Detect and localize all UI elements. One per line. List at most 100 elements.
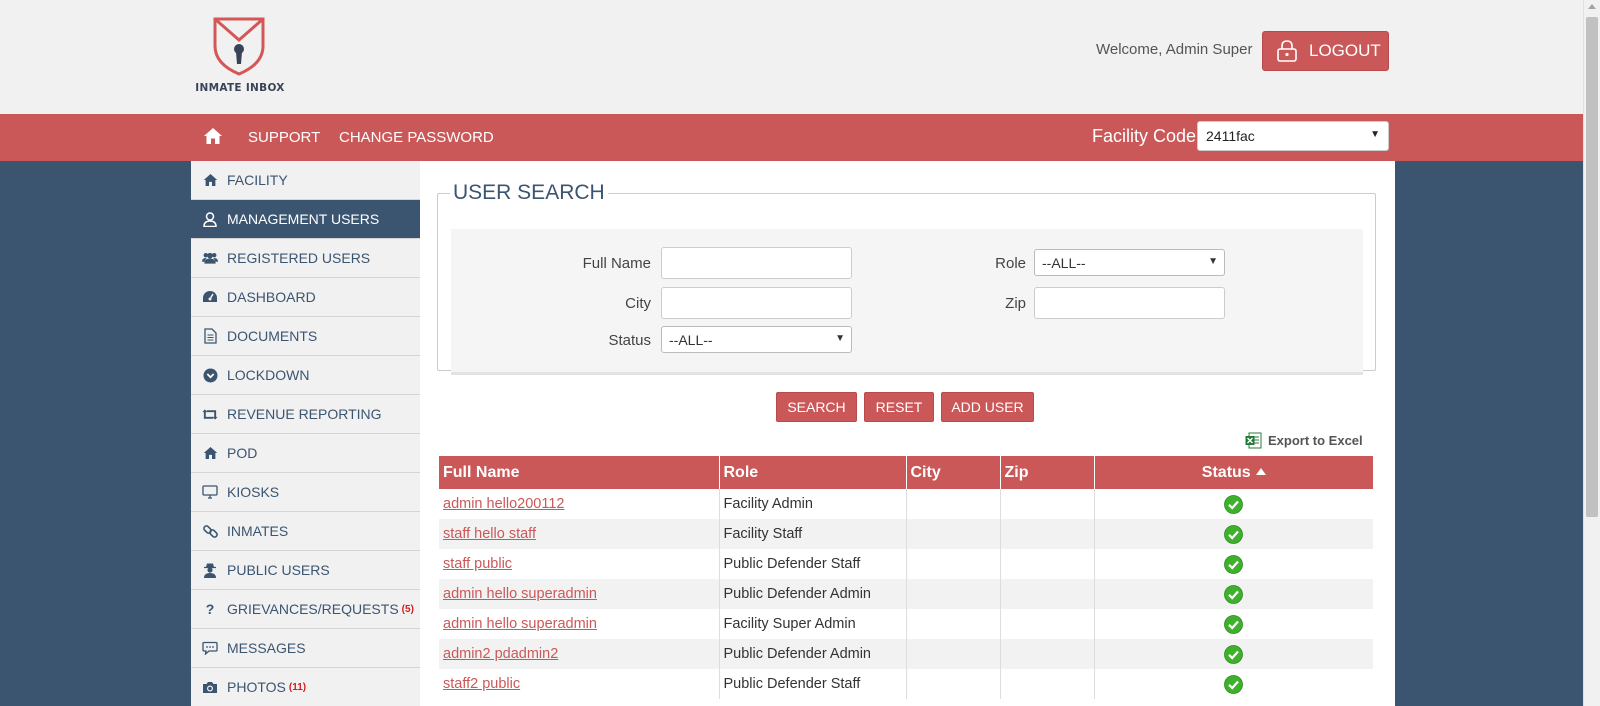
logout-button[interactable]: LOGOUT: [1262, 31, 1389, 71]
sidebar-item-label: KIOSKS: [227, 484, 280, 500]
sidebar-item-label: DASHBOARD: [227, 289, 316, 305]
reset-button[interactable]: RESET: [864, 392, 934, 422]
cell-full-name: staff hello staff: [439, 519, 720, 549]
sidebar-item-pod[interactable]: POD: [191, 434, 420, 473]
sidebar-item-grievances-requests[interactable]: ? GRIEVANCES/REQUESTS (5): [191, 590, 420, 629]
status-label: Status: [608, 332, 651, 349]
sidebar-item-inmates[interactable]: INMATES: [191, 512, 420, 551]
cell-role: Facility Admin: [719, 489, 907, 519]
cell-city: [906, 489, 1001, 519]
cell-role: Facility Staff: [719, 519, 907, 549]
column-header-status[interactable]: Status: [1094, 456, 1373, 489]
monitor-icon: [202, 484, 218, 500]
sidebar-item-lockdown[interactable]: LOCKDOWN: [191, 356, 420, 395]
logo[interactable]: INMATE INBOX: [195, 16, 285, 96]
search-button[interactable]: SEARCH: [776, 392, 857, 422]
sidebar-item-facility[interactable]: FACILITY: [191, 161, 420, 200]
sidebar-item-label: MESSAGES: [227, 640, 306, 656]
user-name-link[interactable]: staff public: [443, 556, 512, 572]
full-name-input[interactable]: [661, 247, 852, 279]
cell-full-name: admin2 pdadmin2: [439, 639, 720, 669]
cell-full-name: admin hello200112: [439, 489, 720, 519]
table-row: staff2 public Public Defender Staff: [439, 669, 1373, 699]
sidebar-item-public-users[interactable]: PUBLIC USERS: [191, 551, 420, 590]
role-text: Public Defender Admin: [723, 646, 872, 662]
main-content: USER SEARCH Full Name City Status --ALL-…: [420, 161, 1395, 706]
column-header-full-name[interactable]: Full Name: [439, 456, 720, 489]
user-name-link[interactable]: admin hello superadmin: [443, 616, 597, 632]
logout-label: LOGOUT: [1309, 41, 1381, 60]
sidebar-item-registered-users[interactable]: REGISTERED USERS: [191, 239, 420, 278]
cell-status: [1094, 489, 1373, 519]
sidebar-item-label: REVENUE REPORTING: [227, 406, 382, 422]
sidebar-item-dashboard[interactable]: DASHBOARD: [191, 278, 420, 317]
scroll-up-arrow-icon[interactable]: [1588, 4, 1596, 9]
cell-status: [1094, 519, 1373, 549]
zip-input[interactable]: [1034, 287, 1225, 319]
nav-change-password-link[interactable]: CHANGE PASSWORD: [339, 129, 494, 146]
add-user-button[interactable]: ADD USER: [941, 392, 1034, 422]
table-row: admin hello200112 Facility Admin: [439, 489, 1373, 519]
table-row: admin hello superadmin Facility Super Adm…: [439, 609, 1373, 639]
active-check-icon: [1224, 524, 1244, 544]
role-text: Public Defender Staff: [723, 556, 861, 572]
status-select[interactable]: --ALL-- ▼: [661, 326, 852, 353]
sidebar-item-label: FACILITY: [227, 172, 288, 188]
cell-zip: [1000, 669, 1095, 699]
role-text: Public Defender Staff: [723, 676, 861, 692]
scrollbar-thumb[interactable]: [1586, 17, 1598, 517]
sidebar-item-revenue-reporting[interactable]: REVENUE REPORTING: [191, 395, 420, 434]
cell-role: Facility Super Admin: [719, 609, 907, 639]
page-scrollbar[interactable]: [1583, 0, 1600, 706]
sidebar-item-label: REGISTERED USERS: [227, 250, 371, 266]
cell-zip: [1000, 489, 1095, 519]
facility-code-value: 2411fac: [1206, 128, 1255, 144]
sidebar-item-messages[interactable]: MESSAGES: [191, 629, 420, 668]
column-header-city[interactable]: City: [906, 456, 1001, 489]
facility-code-select[interactable]: 2411fac ▼: [1197, 121, 1389, 151]
home-icon[interactable]: [203, 127, 223, 145]
sidebar-item-kiosks[interactable]: KIOSKS: [191, 473, 420, 512]
cell-zip: [1000, 549, 1095, 579]
table-row: staff public Public Defender Staff: [439, 549, 1373, 579]
sidebar-item-label: PHOTOS: [227, 679, 286, 695]
cell-role: Public Defender Admin: [719, 579, 907, 609]
user-name-link[interactable]: admin hello superadmin: [443, 586, 597, 602]
role-select[interactable]: --ALL-- ▼: [1034, 249, 1225, 276]
facility-code-label: Facility Code: [1092, 126, 1197, 146]
user-name-link[interactable]: admin hello200112: [443, 496, 564, 512]
user-icon: [202, 211, 218, 227]
sort-ascending-icon: [1255, 467, 1266, 475]
active-check-icon: [1224, 584, 1244, 604]
column-header-zip[interactable]: Zip: [1000, 456, 1095, 489]
cell-status: [1094, 609, 1373, 639]
user-name-link[interactable]: admin2 pdadmin2: [443, 646, 558, 662]
sidebar-item-label: POD: [227, 445, 258, 461]
column-header-role[interactable]: Role: [719, 456, 907, 489]
user-search-legend: USER SEARCH: [453, 181, 605, 204]
city-input[interactable]: [661, 287, 852, 319]
cell-zip: [1000, 609, 1095, 639]
table-row: admin hello superadmin Public Defender Ad…: [439, 579, 1373, 609]
welcome-text: Welcome, Admin Super: [1096, 41, 1253, 58]
user-name-link[interactable]: staff hello staff: [443, 526, 536, 542]
sidebar-item-label: DOCUMENTS: [227, 328, 318, 344]
cell-status: [1094, 669, 1373, 699]
dropdown-arrow-icon: ▼: [835, 333, 845, 344]
sidebar-item-documents[interactable]: DOCUMENTS: [191, 317, 420, 356]
cell-status: [1094, 639, 1373, 669]
active-check-icon: [1224, 494, 1244, 514]
question-icon: ?: [205, 601, 215, 617]
dropdown-arrow-icon: ▼: [1370, 129, 1380, 140]
cell-full-name: admin hello superadmin: [439, 609, 720, 639]
cell-zip: [1000, 639, 1095, 669]
nav-support-link[interactable]: SUPPORT: [248, 129, 320, 146]
export-to-excel-link[interactable]: Export to Excel: [1245, 432, 1363, 449]
sidebar-item-label: LOCKDOWN: [227, 367, 310, 383]
user-name-link[interactable]: staff2 public: [443, 676, 520, 692]
active-check-icon: [1224, 614, 1244, 634]
camera-icon: [202, 679, 218, 695]
sidebar-item-photos[interactable]: PHOTOS (11): [191, 668, 420, 706]
document-icon: [202, 328, 218, 344]
sidebar-item-management-users[interactable]: MANAGEMENT USERS: [191, 200, 420, 239]
